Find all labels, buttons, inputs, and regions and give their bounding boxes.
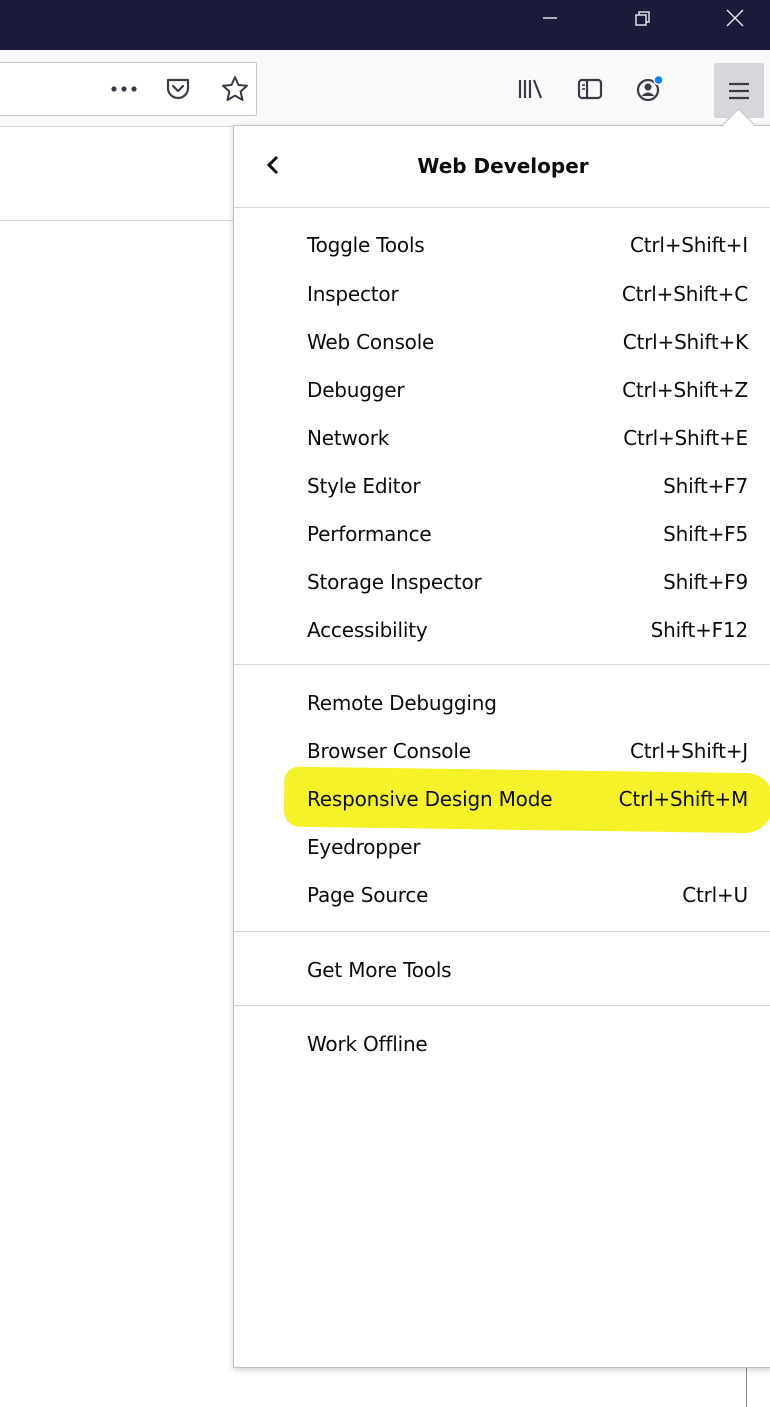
menu-item-label: Remote Debugging: [307, 691, 497, 715]
menu-item-shortcut: Ctrl+Shift+I: [629, 233, 748, 257]
menu-item-label: Debugger: [307, 378, 405, 402]
menu-item-label: Storage Inspector: [307, 570, 482, 594]
menu-item-shortcut: Ctrl+Shift+Z: [622, 378, 748, 402]
separator: [234, 207, 770, 208]
menu-item-storage-inspector[interactable]: Storage Inspector Shift+F9: [234, 558, 770, 606]
menu-item-eyedropper[interactable]: Eyedropper: [234, 823, 770, 871]
menu-item-toggle-tools[interactable]: Toggle Tools Ctrl+Shift+I: [234, 221, 770, 269]
menu-item-label: Browser Console: [307, 739, 471, 763]
menu-item-label: Inspector: [307, 282, 399, 306]
menu-item-label: Web Console: [307, 330, 435, 354]
menu-item-remote-debugging[interactable]: Remote Debugging: [234, 679, 770, 727]
menu-item-label: Get More Tools: [307, 958, 452, 982]
menu-item-label: Accessibility: [307, 618, 428, 642]
menu-item-label: Responsive Design Mode: [307, 787, 553, 811]
separator: [234, 931, 770, 932]
menu-item-label: Page Source: [307, 883, 429, 907]
restore-icon[interactable]: [612, 0, 672, 36]
menu-item-label: Toggle Tools: [307, 233, 425, 257]
menu-item-responsive-design-mode[interactable]: Responsive Design Mode Ctrl+Shift+M: [234, 775, 770, 823]
menu-item-shortcut: Shift+F9: [663, 570, 748, 594]
menu-item-shortcut: Ctrl+Shift+M: [618, 787, 749, 811]
library-icon[interactable]: [510, 67, 550, 111]
menu-item-label: Work Offline: [307, 1032, 428, 1056]
menu-item-browser-console[interactable]: Browser Console Ctrl+Shift+J: [234, 727, 770, 775]
content-divider: [0, 220, 234, 221]
page-edge-line: [746, 1368, 747, 1407]
menu-item-shortcut: Ctrl+U: [682, 883, 748, 907]
menu-item-page-source[interactable]: Page Source Ctrl+U: [234, 871, 770, 919]
title-bar: [0, 0, 770, 50]
menu-item-label: Eyedropper: [307, 835, 421, 859]
menu-item-network[interactable]: Network Ctrl+Shift+E: [234, 414, 770, 462]
menu-item-label: Network: [307, 426, 390, 450]
menu-item-accessibility[interactable]: Accessibility Shift+F12: [234, 606, 770, 654]
menu-item-web-console[interactable]: Web Console Ctrl+Shift+K: [234, 318, 770, 366]
account-icon[interactable]: [630, 67, 670, 111]
menu-item-shortcut: Shift+F12: [650, 618, 749, 642]
menu-item-inspector[interactable]: Inspector Ctrl+Shift+C: [234, 270, 770, 318]
close-icon[interactable]: [705, 0, 765, 36]
panel-title: Web Developer: [417, 154, 589, 178]
separator: [234, 1005, 770, 1006]
menu-item-shortcut: Shift+F5: [663, 522, 748, 546]
menu-item-shortcut: Shift+F7: [663, 474, 748, 498]
menu-item-style-editor[interactable]: Style Editor Shift+F7: [234, 462, 770, 510]
menu-item-shortcut: Ctrl+Shift+K: [622, 330, 748, 354]
separator: [234, 664, 770, 665]
sidebar-icon[interactable]: [570, 67, 610, 111]
menu-item-debugger[interactable]: Debugger Ctrl+Shift+Z: [234, 366, 770, 414]
menu-item-shortcut: Ctrl+Shift+C: [621, 282, 748, 306]
menu-item-shortcut: Ctrl+Shift+E: [623, 426, 748, 450]
minimize-icon[interactable]: [520, 0, 580, 36]
menu-item-performance[interactable]: Performance Shift+F5: [234, 510, 770, 558]
menu-item-get-more-tools[interactable]: Get More Tools: [234, 946, 770, 994]
menu-item-work-offline[interactable]: Work Offline: [234, 1020, 770, 1068]
more-horizontal-icon[interactable]: [104, 67, 144, 111]
menu-item-label: Performance: [307, 522, 432, 546]
pocket-icon[interactable]: [158, 67, 198, 111]
star-icon[interactable]: [215, 67, 255, 111]
menu-item-shortcut: Ctrl+Shift+J: [629, 739, 748, 763]
menu-item-label: Style Editor: [307, 474, 421, 498]
notification-badge: [653, 74, 664, 86]
hamburger-menu-icon[interactable]: [719, 69, 759, 113]
panel-header: Web Developer: [234, 145, 770, 187]
